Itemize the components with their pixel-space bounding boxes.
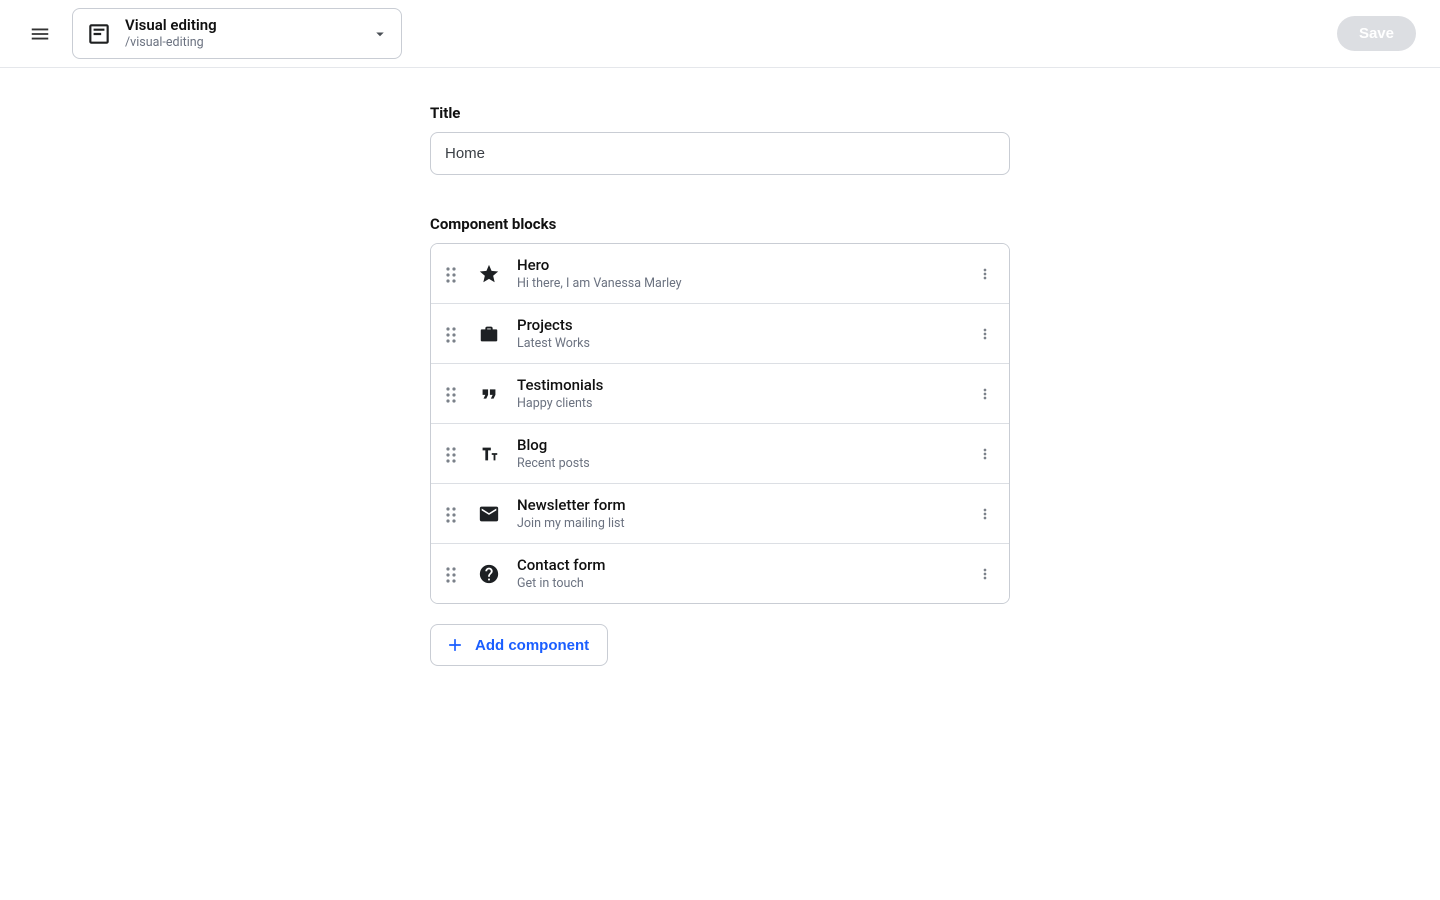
drag-handle-icon[interactable]	[445, 566, 461, 582]
blocks-list: Hero Hi there, I am Vanessa Marley	[430, 243, 1010, 604]
block-subtitle: Latest Works	[517, 336, 959, 351]
block-title: Contact form	[517, 556, 959, 574]
more-vert-icon	[977, 386, 993, 402]
more-vert-icon	[977, 566, 993, 582]
block-subtitle: Happy clients	[517, 396, 959, 411]
drag-handle-icon[interactable]	[445, 446, 461, 462]
plus-icon	[445, 635, 465, 655]
block-row-contact[interactable]: Contact form Get in touch	[431, 543, 1009, 603]
page-selector-title: Visual editing	[125, 17, 359, 34]
block-row-testimonials[interactable]: Testimonials Happy clients	[431, 363, 1009, 423]
drag-handle-icon[interactable]	[445, 386, 461, 402]
chevron-down-icon	[371, 25, 389, 43]
block-title: Blog	[517, 436, 959, 454]
block-subtitle: Hi there, I am Vanessa Marley	[517, 276, 959, 291]
text-icon	[477, 442, 501, 466]
block-more-button[interactable]	[975, 444, 995, 464]
page-selector-slug: /visual-editing	[125, 36, 359, 50]
menu-icon	[29, 23, 51, 45]
more-vert-icon	[977, 326, 993, 342]
help-icon	[477, 562, 501, 586]
block-title: Hero	[517, 256, 959, 274]
quote-icon	[477, 382, 501, 406]
add-component-button[interactable]: Add component	[430, 624, 608, 666]
block-more-button[interactable]	[975, 504, 995, 524]
block-more-button[interactable]	[975, 324, 995, 344]
block-title: Newsletter form	[517, 496, 959, 514]
main-content: Title Component blocks Hero Hi there, I …	[0, 68, 1440, 666]
briefcase-icon	[477, 322, 501, 346]
title-input[interactable]	[430, 132, 1010, 175]
block-more-button[interactable]	[975, 384, 995, 404]
block-subtitle: Get in touch	[517, 576, 959, 591]
more-vert-icon	[977, 266, 993, 282]
blocks-label: Component blocks	[430, 215, 1010, 233]
page-selector[interactable]: Visual editing /visual-editing	[72, 8, 402, 60]
block-title: Projects	[517, 316, 959, 334]
title-label: Title	[430, 104, 1010, 122]
block-row-newsletter[interactable]: Newsletter form Join my mailing list	[431, 483, 1009, 543]
more-vert-icon	[977, 506, 993, 522]
drag-handle-icon[interactable]	[445, 326, 461, 342]
block-more-button[interactable]	[975, 264, 995, 284]
add-component-label: Add component	[475, 637, 589, 654]
block-row-hero[interactable]: Hero Hi there, I am Vanessa Marley	[431, 244, 1009, 303]
star-icon	[477, 262, 501, 286]
mail-icon	[477, 502, 501, 526]
block-row-projects[interactable]: Projects Latest Works	[431, 303, 1009, 363]
drag-handle-icon[interactable]	[445, 506, 461, 522]
block-subtitle: Join my mailing list	[517, 516, 959, 531]
block-title: Testimonials	[517, 376, 959, 394]
drag-handle-icon[interactable]	[445, 266, 461, 282]
save-button[interactable]: Save	[1337, 16, 1416, 51]
topbar: Visual editing /visual-editing Save	[0, 0, 1440, 68]
block-subtitle: Recent posts	[517, 456, 959, 471]
more-vert-icon	[977, 446, 993, 462]
block-row-blog[interactable]: Blog Recent posts	[431, 423, 1009, 483]
document-icon	[85, 20, 113, 48]
menu-button[interactable]	[28, 22, 52, 46]
block-more-button[interactable]	[975, 564, 995, 584]
